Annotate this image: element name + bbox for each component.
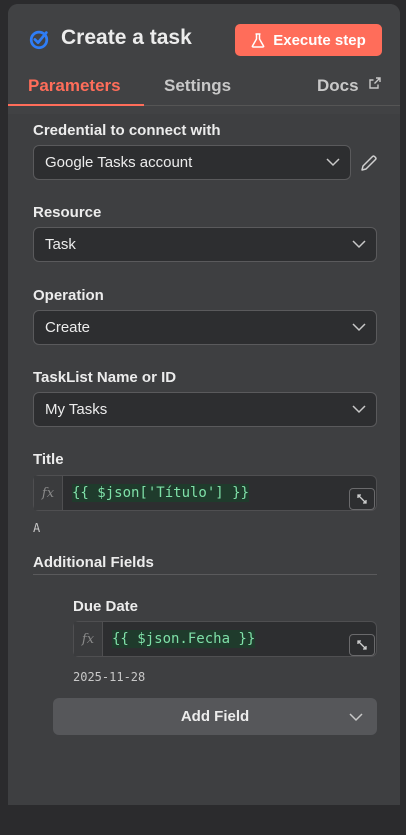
section-divider xyxy=(33,574,377,575)
fx-icon: fx xyxy=(74,622,103,656)
panel-header: Create a task Execute step Parameters Se… xyxy=(8,4,400,106)
due-date-result: 2025-11-28 xyxy=(73,670,146,684)
credential-select[interactable]: Google Tasks account xyxy=(33,145,351,180)
tasklist-label: TaskList Name or ID xyxy=(33,369,177,386)
expand-icon xyxy=(357,640,367,650)
operation-select[interactable]: Create xyxy=(33,310,377,345)
add-field-button[interactable]: Add Field xyxy=(53,698,377,735)
operation-label: Operation xyxy=(33,287,104,304)
chevron-down-icon xyxy=(349,713,363,722)
tab-docs[interactable]: Docs xyxy=(317,76,359,96)
canvas-background xyxy=(0,805,406,835)
title-label: Title xyxy=(33,451,64,468)
chevron-down-icon xyxy=(352,405,366,414)
execute-step-label: Execute step xyxy=(273,31,366,49)
tasklist-select[interactable]: My Tasks xyxy=(33,392,377,427)
due-date-expression: {{ $json.Fecha }} xyxy=(112,630,256,648)
tab-parameters[interactable]: Parameters xyxy=(28,76,121,96)
parameters-body: Credential to connect with Google Tasks … xyxy=(8,114,400,827)
title-expression: {{ $json['Título'] }} xyxy=(72,484,250,502)
google-tasks-icon xyxy=(29,30,49,50)
resource-label: Resource xyxy=(33,204,102,221)
chevron-down-icon xyxy=(352,323,366,332)
credential-value: Google Tasks account xyxy=(45,154,193,171)
fx-icon: fx xyxy=(34,476,63,510)
operation-value: Create xyxy=(45,319,91,336)
due-date-label: Due Date xyxy=(73,598,139,615)
execute-step-button[interactable]: Execute step xyxy=(235,24,382,56)
additional-fields-label: Additional Fields xyxy=(33,554,154,571)
external-link-icon[interactable] xyxy=(369,77,381,89)
title-expand-button[interactable] xyxy=(349,488,375,510)
tasklist-value: My Tasks xyxy=(45,401,108,418)
node-details-panel: Create a task Execute step Parameters Se… xyxy=(8,4,400,827)
node-title: Create a task xyxy=(61,26,192,49)
title-expression-input[interactable]: fx {{ $json['Título'] }} xyxy=(33,475,377,511)
due-date-expression-input[interactable]: fx {{ $json.Fecha }} xyxy=(73,621,377,657)
flask-icon xyxy=(251,32,265,48)
pencil-icon[interactable] xyxy=(360,154,378,172)
add-field-label: Add Field xyxy=(180,708,250,725)
credential-label: Credential to connect with xyxy=(33,122,221,139)
resource-select[interactable]: Task xyxy=(33,227,377,262)
tab-bar: Parameters Settings Docs xyxy=(8,72,400,106)
title-result: A xyxy=(33,521,41,535)
due-date-expand-button[interactable] xyxy=(349,634,375,656)
expand-icon xyxy=(357,494,367,504)
chevron-down-icon xyxy=(352,240,366,249)
tab-settings[interactable]: Settings xyxy=(164,76,231,96)
chevron-down-icon xyxy=(326,158,340,167)
resource-value: Task xyxy=(45,236,76,253)
active-tab-indicator xyxy=(8,104,144,106)
